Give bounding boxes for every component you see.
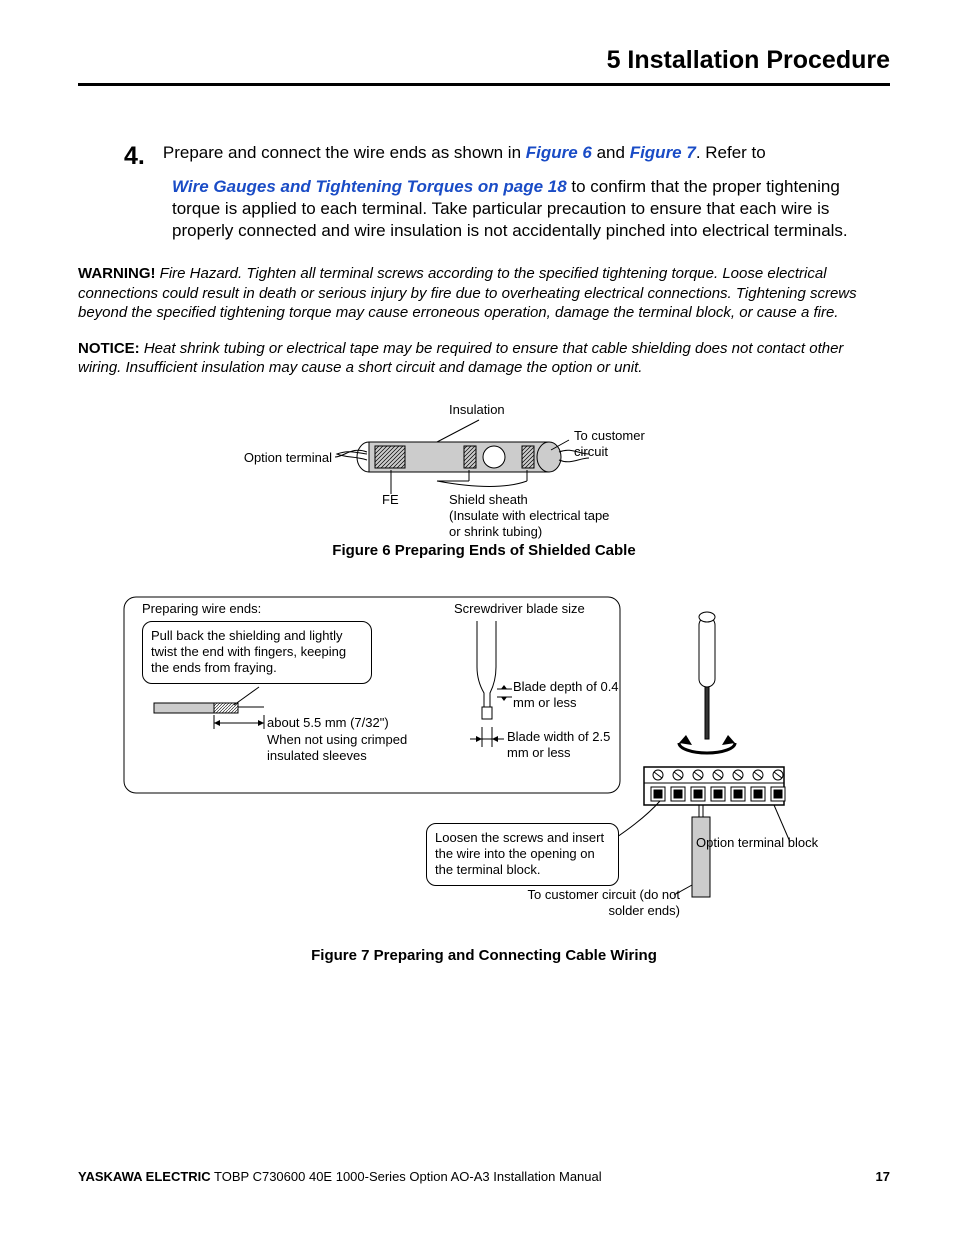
figure-7-diagram: Preparing wire ends: Pull back the shiel… [114, 587, 854, 937]
link-figure-7[interactable]: Figure 7 [630, 143, 696, 162]
notice-text: Heat shrink tubing or electrical tape ma… [78, 340, 843, 377]
fig6-label-to-customer: To customer circuit [574, 428, 664, 461]
fig6-label-shield-2: (Insulate with electrical tape [449, 508, 609, 523]
fig6-label-shield-1: Shield sheath [449, 492, 528, 507]
notice-block: NOTICE: Heat shrink tubing or electrical… [78, 339, 890, 378]
warning-text: Fire Hazard. Tighten all terminal screws… [78, 265, 857, 321]
figure-6-diagram: Insulation Option terminal To customer c… [239, 402, 729, 532]
step-text-c: . Refer to [696, 143, 766, 162]
step-text-b: and [592, 143, 630, 162]
step-4: 4. Prepare and connect the wire ends as … [78, 142, 890, 172]
step-4-continued: Wire Gauges and Tightening Torques on pa… [172, 176, 890, 242]
fig6-label-fe: FE [382, 492, 399, 508]
footer-doc: TOBP C730600 40E 1000-Series Option AO-A… [211, 1169, 602, 1184]
fig7-box-pull-back: Pull back the shielding and lightly twis… [142, 621, 372, 684]
figure-6-caption: Figure 6 Preparing Ends of Shielded Cabl… [78, 542, 890, 559]
fig7-label-when-not: When not using crimped insulated sleeves [267, 732, 417, 765]
fig7-label-blade-depth: Blade depth of 0.4 mm or less [513, 679, 623, 712]
link-figure-6[interactable]: Figure 6 [526, 143, 592, 162]
fig7-prep-heading: Preparing wire ends: [142, 601, 261, 617]
fig7-label-blade-width: Blade width of 2.5 mm or less [507, 729, 617, 762]
page-footer: YASKAWA ELECTRIC TOBP C730600 40E 1000-S… [78, 1169, 890, 1184]
fig6-label-option-terminal: Option terminal [239, 450, 332, 466]
step-text-a: Prepare and connect the wire ends as sho… [163, 143, 526, 162]
fig6-label-shield-3: or shrink tubing) [449, 524, 542, 539]
fig7-screwdriver-heading: Screwdriver blade size [454, 601, 585, 617]
fig7-label-about: about 5.5 mm (7/32") [267, 715, 417, 731]
fig7-box-loosen: Loosen the screws and insert the wire in… [426, 823, 619, 886]
page-header-title: 5 Installation Procedure [78, 46, 890, 86]
warning-block: WARNING! Fire Hazard. Tighten all termin… [78, 264, 890, 323]
footer-brand: YASKAWA ELECTRIC [78, 1169, 211, 1184]
figure-7-wrap: Preparing wire ends: Pull back the shiel… [78, 587, 890, 964]
footer-page-number: 17 [876, 1169, 890, 1184]
fig6-label-insulation: Insulation [449, 402, 505, 418]
figure-6-wrap: Insulation Option terminal To customer c… [78, 402, 890, 559]
fig7-label-option-terminal-block: Option terminal block [696, 835, 856, 851]
warning-label: WARNING! [78, 265, 156, 282]
link-wire-gauges[interactable]: Wire Gauges and Tightening Torques on pa… [172, 177, 567, 196]
figure-7-caption: Figure 7 Preparing and Connecting Cable … [78, 947, 890, 964]
fig7-label-to-customer: To customer circuit (do not solder ends) [510, 887, 680, 920]
notice-label: NOTICE: [78, 340, 140, 357]
step-number: 4. [124, 142, 145, 169]
